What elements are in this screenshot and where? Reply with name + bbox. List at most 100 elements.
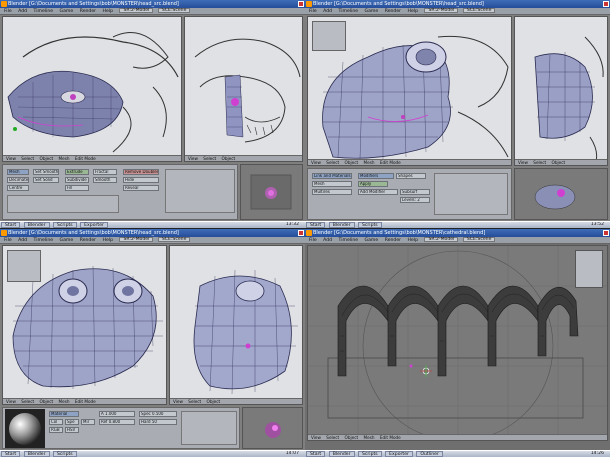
viewport-right[interactable]: View Select Object [514, 16, 608, 166]
vp-menu-object[interactable]: Object [40, 156, 54, 161]
vp-menu-view[interactable]: View [6, 156, 16, 161]
spe-button[interactable]: Spe [65, 419, 79, 425]
start-button[interactable]: Start [306, 222, 326, 228]
transform-properties-panel[interactable] [312, 21, 346, 51]
vp-menu-mesh[interactable]: Mesh [59, 156, 70, 161]
menu-game[interactable]: Game [365, 9, 379, 14]
task-scripts[interactable]: Scripts [52, 222, 77, 228]
spec-slider[interactable]: Spec 0.500 [139, 411, 177, 417]
task-blender[interactable]: Blender [328, 451, 355, 457]
subdivide-button[interactable]: Subdivide [65, 177, 89, 183]
menu-help[interactable]: Help [103, 9, 113, 14]
task-outliner[interactable]: Outliner [416, 451, 443, 457]
centre-button[interactable]: Centre [7, 185, 29, 191]
task-exporter[interactable]: Exporter [385, 451, 413, 457]
task-blender[interactable]: Blender [23, 451, 50, 457]
vp-menu-view[interactable]: View [173, 399, 183, 404]
vp-menu-select[interactable]: Select [203, 156, 216, 161]
task-blender[interactable]: Blender [23, 222, 50, 228]
vp-menu-mesh[interactable]: Mesh [364, 435, 375, 440]
vp-menu-select[interactable]: Select [533, 160, 546, 165]
scene-selector[interactable]: SCE:Scene [462, 8, 496, 13]
task-exporter[interactable]: Exporter [80, 222, 108, 228]
menu-render[interactable]: Render [80, 238, 96, 243]
close-icon[interactable] [603, 1, 609, 7]
hsv-button[interactable]: HSV [65, 427, 79, 433]
menu-render[interactable]: Render [80, 9, 96, 14]
menu-help[interactable]: Help [408, 238, 418, 243]
vp-menu-view[interactable]: View [311, 160, 321, 165]
close-icon[interactable] [298, 1, 304, 7]
mode-selector[interactable]: Edit Mode [75, 156, 96, 161]
menu-render[interactable]: Render [385, 9, 401, 14]
vp-menu-view[interactable]: View [6, 399, 16, 404]
mode-selector[interactable]: Edit Mode [380, 435, 401, 440]
fill-button[interactable]: Fill [65, 185, 89, 191]
menu-timeline[interactable]: Timeline [34, 238, 54, 243]
viewport-left[interactable]: View Select Object Mesh Edit Mode [2, 245, 167, 405]
hard-slider[interactable]: Hard 50 [139, 419, 177, 425]
subsurf-button[interactable]: Subsurf [400, 189, 430, 195]
menu-add[interactable]: Add [323, 238, 332, 243]
extrude-button[interactable]: Extrude [65, 169, 89, 175]
menu-help[interactable]: Help [408, 9, 418, 14]
modifiers-tab-button[interactable]: Modifiers [358, 173, 394, 179]
menu-timeline[interactable]: Timeline [339, 238, 359, 243]
viewport-left[interactable]: View Select Object Mesh Edit Mode [307, 16, 512, 166]
preview-viewport[interactable] [242, 407, 303, 449]
levels-field[interactable]: Levels: 2 [400, 197, 430, 203]
screen-selector[interactable]: SR:2-Model [119, 237, 154, 242]
menu-game[interactable]: Game [60, 238, 74, 243]
shapes-tab-button[interactable]: Shapes [396, 173, 426, 179]
set-smooth-button[interactable]: Set Smooth [33, 169, 59, 175]
vp-menu-object[interactable]: Object [207, 399, 221, 404]
smooth-button[interactable]: Smooth [93, 177, 117, 183]
vp-menu-mesh[interactable]: Mesh [59, 399, 70, 404]
reveal-button[interactable]: Reveal [123, 185, 159, 191]
menu-help[interactable]: Help [103, 238, 113, 243]
task-scripts[interactable]: Scripts [357, 451, 382, 457]
vp-menu-select[interactable]: Select [21, 156, 34, 161]
menu-file[interactable]: File [4, 238, 12, 243]
vp-menu-object[interactable]: Object [40, 399, 54, 404]
vp-menu-object[interactable]: Object [345, 435, 359, 440]
col-button[interactable]: Col [49, 419, 63, 425]
menu-file[interactable]: File [309, 238, 317, 243]
add-modifier-button[interactable]: Add Modifier [358, 189, 398, 195]
set-solid-button[interactable]: Set Solid [33, 177, 59, 183]
scene-selector[interactable]: SCE:Scene [157, 8, 191, 13]
multires-button[interactable]: Multires [312, 189, 352, 195]
menu-file[interactable]: File [309, 9, 317, 14]
viewport-right[interactable]: View Select Object [169, 245, 303, 405]
start-button[interactable]: Start [1, 451, 21, 457]
viewport-right[interactable]: View Select Object [184, 16, 303, 162]
close-icon[interactable] [603, 230, 609, 236]
view-properties-panel[interactable] [575, 250, 603, 288]
close-icon[interactable] [298, 230, 304, 236]
vp-menu-select[interactable]: Select [326, 435, 339, 440]
task-scripts[interactable]: Scripts [52, 451, 77, 457]
mode-selector[interactable]: Edit Mode [380, 160, 401, 165]
vp-menu-view[interactable]: View [518, 160, 528, 165]
mesh-tab-button[interactable]: Mesh [7, 169, 29, 175]
menu-timeline[interactable]: Timeline [34, 9, 54, 14]
mir-button[interactable]: Mir [81, 419, 95, 425]
viewport-main[interactable]: View Select Object Mesh Edit Mode [307, 245, 608, 441]
scene-selector[interactable]: SCE:Scene [462, 237, 496, 242]
scene-selector[interactable]: SCE:Scene [157, 237, 191, 242]
screen-selector[interactable]: SR:2-Model [424, 8, 459, 13]
menu-add[interactable]: Add [323, 9, 332, 14]
link-materials-button[interactable]: Link and Materials [312, 173, 352, 179]
task-blender[interactable]: Blender [328, 222, 355, 228]
vp-menu-mesh[interactable]: Mesh [364, 160, 375, 165]
menu-game[interactable]: Game [60, 9, 74, 14]
vp-menu-object[interactable]: Object [345, 160, 359, 165]
alpha-slider[interactable]: A 1.000 [99, 411, 135, 417]
mesh-button[interactable]: Mesh [312, 181, 352, 187]
decimate-button[interactable]: Decimate [7, 177, 29, 183]
material-tab-button[interactable]: Material [49, 411, 79, 417]
transform-properties-panel[interactable] [7, 250, 41, 282]
ref-slider[interactable]: Ref 0.800 [99, 419, 135, 425]
preview-viewport[interactable] [514, 168, 608, 220]
vp-menu-object[interactable]: Object [552, 160, 566, 165]
